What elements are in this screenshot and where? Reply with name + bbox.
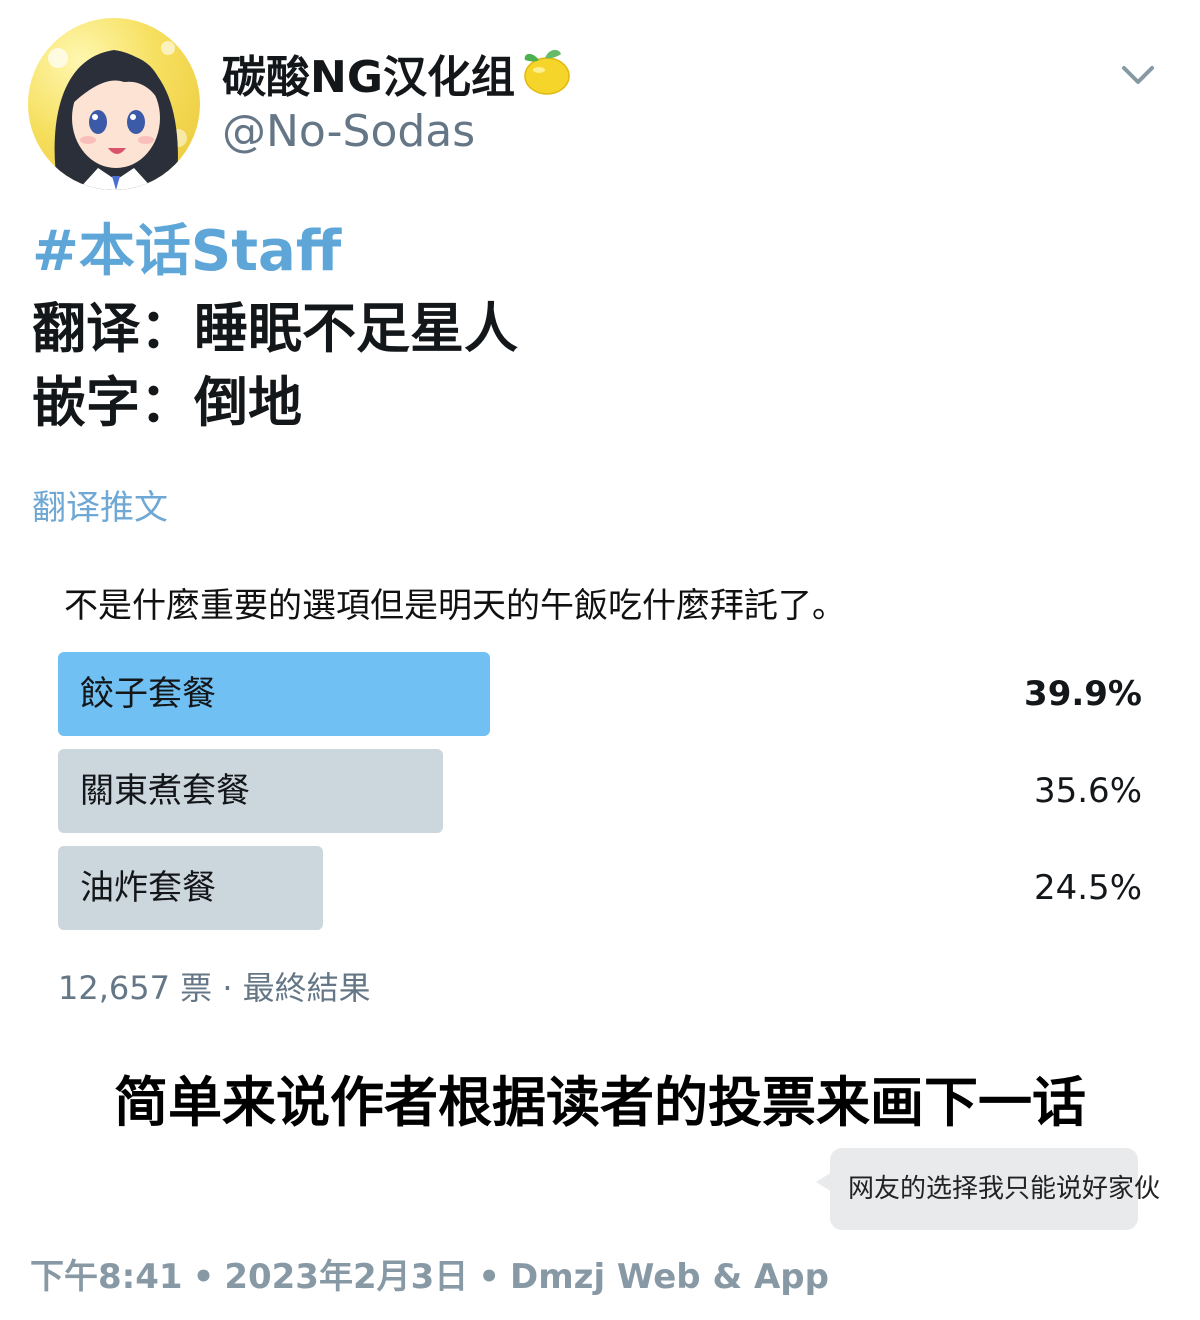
separator-dot: • (192, 1257, 215, 1297)
overlay-caption: 简单来说作者根据读者的投票来画下一话 (114, 1071, 1086, 1134)
hashtag-link[interactable]: #本话Staff (32, 218, 341, 286)
poll-option: 關東煮套餐 35.6% (58, 749, 1144, 833)
tweet-timestamp: 下午8:41 • 2023年2月3日 • Dmzj Web & App (30, 1254, 829, 1300)
poll-option-percent: 24.5% (1033, 868, 1142, 908)
poll-result-footer: 12,657 票 · 最終結果 (58, 969, 371, 1007)
poll-option-label: 關東煮套餐 (80, 771, 250, 811)
comment-text: 网友的选择我只能说好家伙 (848, 1174, 1161, 1204)
author-avatar[interactable] (28, 18, 200, 190)
poll-question: 不是什麼重要的選項但是明天的午飯吃什麼拜託了。 (64, 586, 846, 626)
poll-option: 餃子套餐 39.9% (58, 652, 1144, 736)
poll-option-percent: 39.9% (1024, 674, 1142, 714)
poll-option: 油炸套餐 24.5% (58, 846, 1144, 930)
lemon-icon (524, 49, 570, 95)
poll-option-label: 油炸套餐 (80, 868, 216, 908)
author-handle[interactable]: @No-Sodas (222, 104, 475, 160)
poll-option-percent: 35.6% (1033, 771, 1142, 811)
comment-bubble: 网友的选择我只能说好家伙 (816, 1148, 1160, 1230)
more-options-chevron-icon[interactable] (1116, 58, 1160, 94)
staff-typesetter: 嵌字：倒地 (32, 371, 302, 434)
display-name-text: 碳酸NG汉化组 (222, 52, 515, 103)
poll-option-label: 餃子套餐 (80, 674, 216, 714)
translate-tweet-link[interactable]: 翻译推文 (32, 486, 168, 530)
tweet-date[interactable]: 2023年2月3日 (224, 1257, 468, 1297)
staff-translator: 翻译：睡眠不足星人 (32, 297, 518, 360)
separator-dot: • (478, 1257, 500, 1297)
anime-girl-avatar-icon (48, 41, 187, 190)
tweet-source[interactable]: Dmzj Web & App (510, 1257, 829, 1297)
tweet-time[interactable]: 下午8:41 (30, 1257, 183, 1297)
author-display-name[interactable]: 碳酸NG汉化组 (222, 46, 575, 108)
